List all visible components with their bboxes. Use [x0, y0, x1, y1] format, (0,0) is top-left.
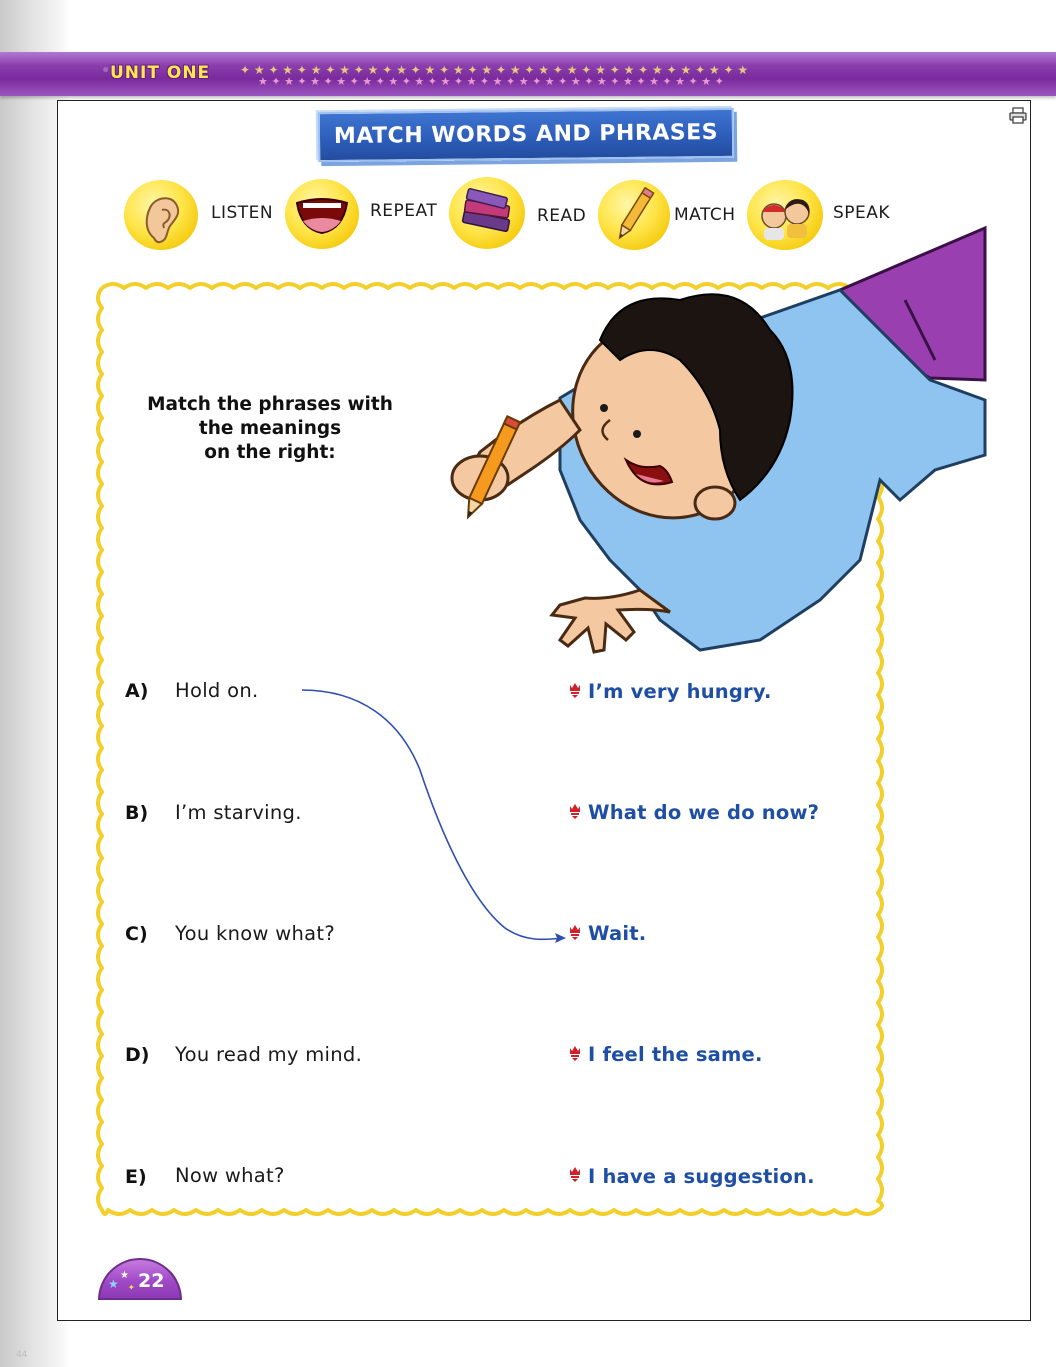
instructions: Match the phrases with the meanings on t… [130, 393, 410, 465]
title-badge: MATCH WORDS AND PHRASES [317, 107, 735, 163]
row-meaning[interactable]: Wait. [588, 922, 646, 945]
star-pattern-icon: ✦ ★ ✦ ★ ✦ ★ ✦ ★ ✦ ★ ✦ ★ ✦ ★ ✦ ★ ✦ ★ ✦ ★ … [240, 63, 748, 88]
row-phrase[interactable]: Now what? [175, 1164, 285, 1187]
skill-repeat: REPEAT [285, 179, 445, 250]
row-meaning[interactable]: What do we do now? [588, 801, 819, 824]
row-phrase[interactable]: I’m starving. [175, 801, 302, 824]
mouth-icon [285, 179, 359, 249]
unit-label: UNIT ONE [110, 63, 211, 83]
skill-match: MATCH [598, 180, 748, 250]
svg-text:★: ★ [108, 1277, 119, 1291]
crown-bullet-icon [570, 1167, 580, 1182]
content-frame [57, 100, 1031, 1321]
stars-icon: ★ ★ ✦ [108, 1270, 135, 1292]
crown-bullet-icon [570, 804, 580, 819]
row-phrase[interactable]: Hold on. [175, 679, 258, 702]
skill-speak: SPEAK [747, 180, 907, 250]
skill-label-listen: LISTEN [211, 203, 274, 223]
row-letter: C) [125, 923, 148, 945]
svg-text:✦: ✦ [128, 1283, 135, 1292]
unit-banner: UNIT ONE ✦ ★ ✦ ★ ✦ ★ ✦ ★ ✦ ★ ✦ ★ ✦ ★ ✦ ★… [0, 52, 1056, 96]
books-icon [449, 177, 525, 249]
skill-label-speak: SPEAK [833, 203, 891, 223]
page-title: MATCH WORDS AND PHRASES [333, 119, 719, 150]
skill-label-match: MATCH [674, 205, 736, 225]
row-letter: E) [125, 1166, 147, 1188]
svg-text:★: ★ [120, 1270, 129, 1281]
pencil-icon [598, 180, 670, 250]
skill-label-repeat: REPEAT [370, 201, 438, 221]
svg-text:★ ✦ ★ ✦ ★ ✦ ★ ✦ ★ ✦ ★ ✦ ★ ✦ ★: ★ ✦ ★ ✦ ★ ✦ ★ ✦ ★ ✦ ★ ✦ ★ ✦ ★ ✦ ★ ✦ ★ ✦ … [258, 75, 724, 88]
skill-listen: LISTEN [124, 180, 284, 250]
crown-bullet-icon [570, 1046, 580, 1061]
instruction-line-2: the meanings [198, 418, 342, 439]
instruction-line-3: on the right: [204, 442, 336, 463]
skill-label-read: READ [537, 206, 587, 226]
crown-bullet-icon [570, 683, 580, 698]
page-number: 22 [138, 1270, 165, 1292]
printer-icon[interactable] [1008, 106, 1028, 126]
corner-mark: 44 [16, 1350, 28, 1360]
skill-read: READ [449, 177, 599, 250]
crown-bullet-icon [570, 925, 580, 940]
row-letter: D) [125, 1044, 150, 1066]
kids-icon [747, 180, 823, 250]
row-phrase[interactable]: You know what? [175, 922, 335, 945]
row-letter: B) [125, 802, 149, 824]
row-phrase[interactable]: You read my mind. [175, 1043, 362, 1066]
row-letter: A) [125, 680, 149, 702]
instruction-line-1: Match the phrases with [147, 394, 393, 415]
row-meaning[interactable]: I feel the same. [588, 1043, 763, 1066]
ear-icon [124, 180, 198, 250]
row-meaning[interactable]: I have a suggestion. [588, 1165, 815, 1188]
row-meaning[interactable]: I’m very hungry. [588, 680, 772, 703]
